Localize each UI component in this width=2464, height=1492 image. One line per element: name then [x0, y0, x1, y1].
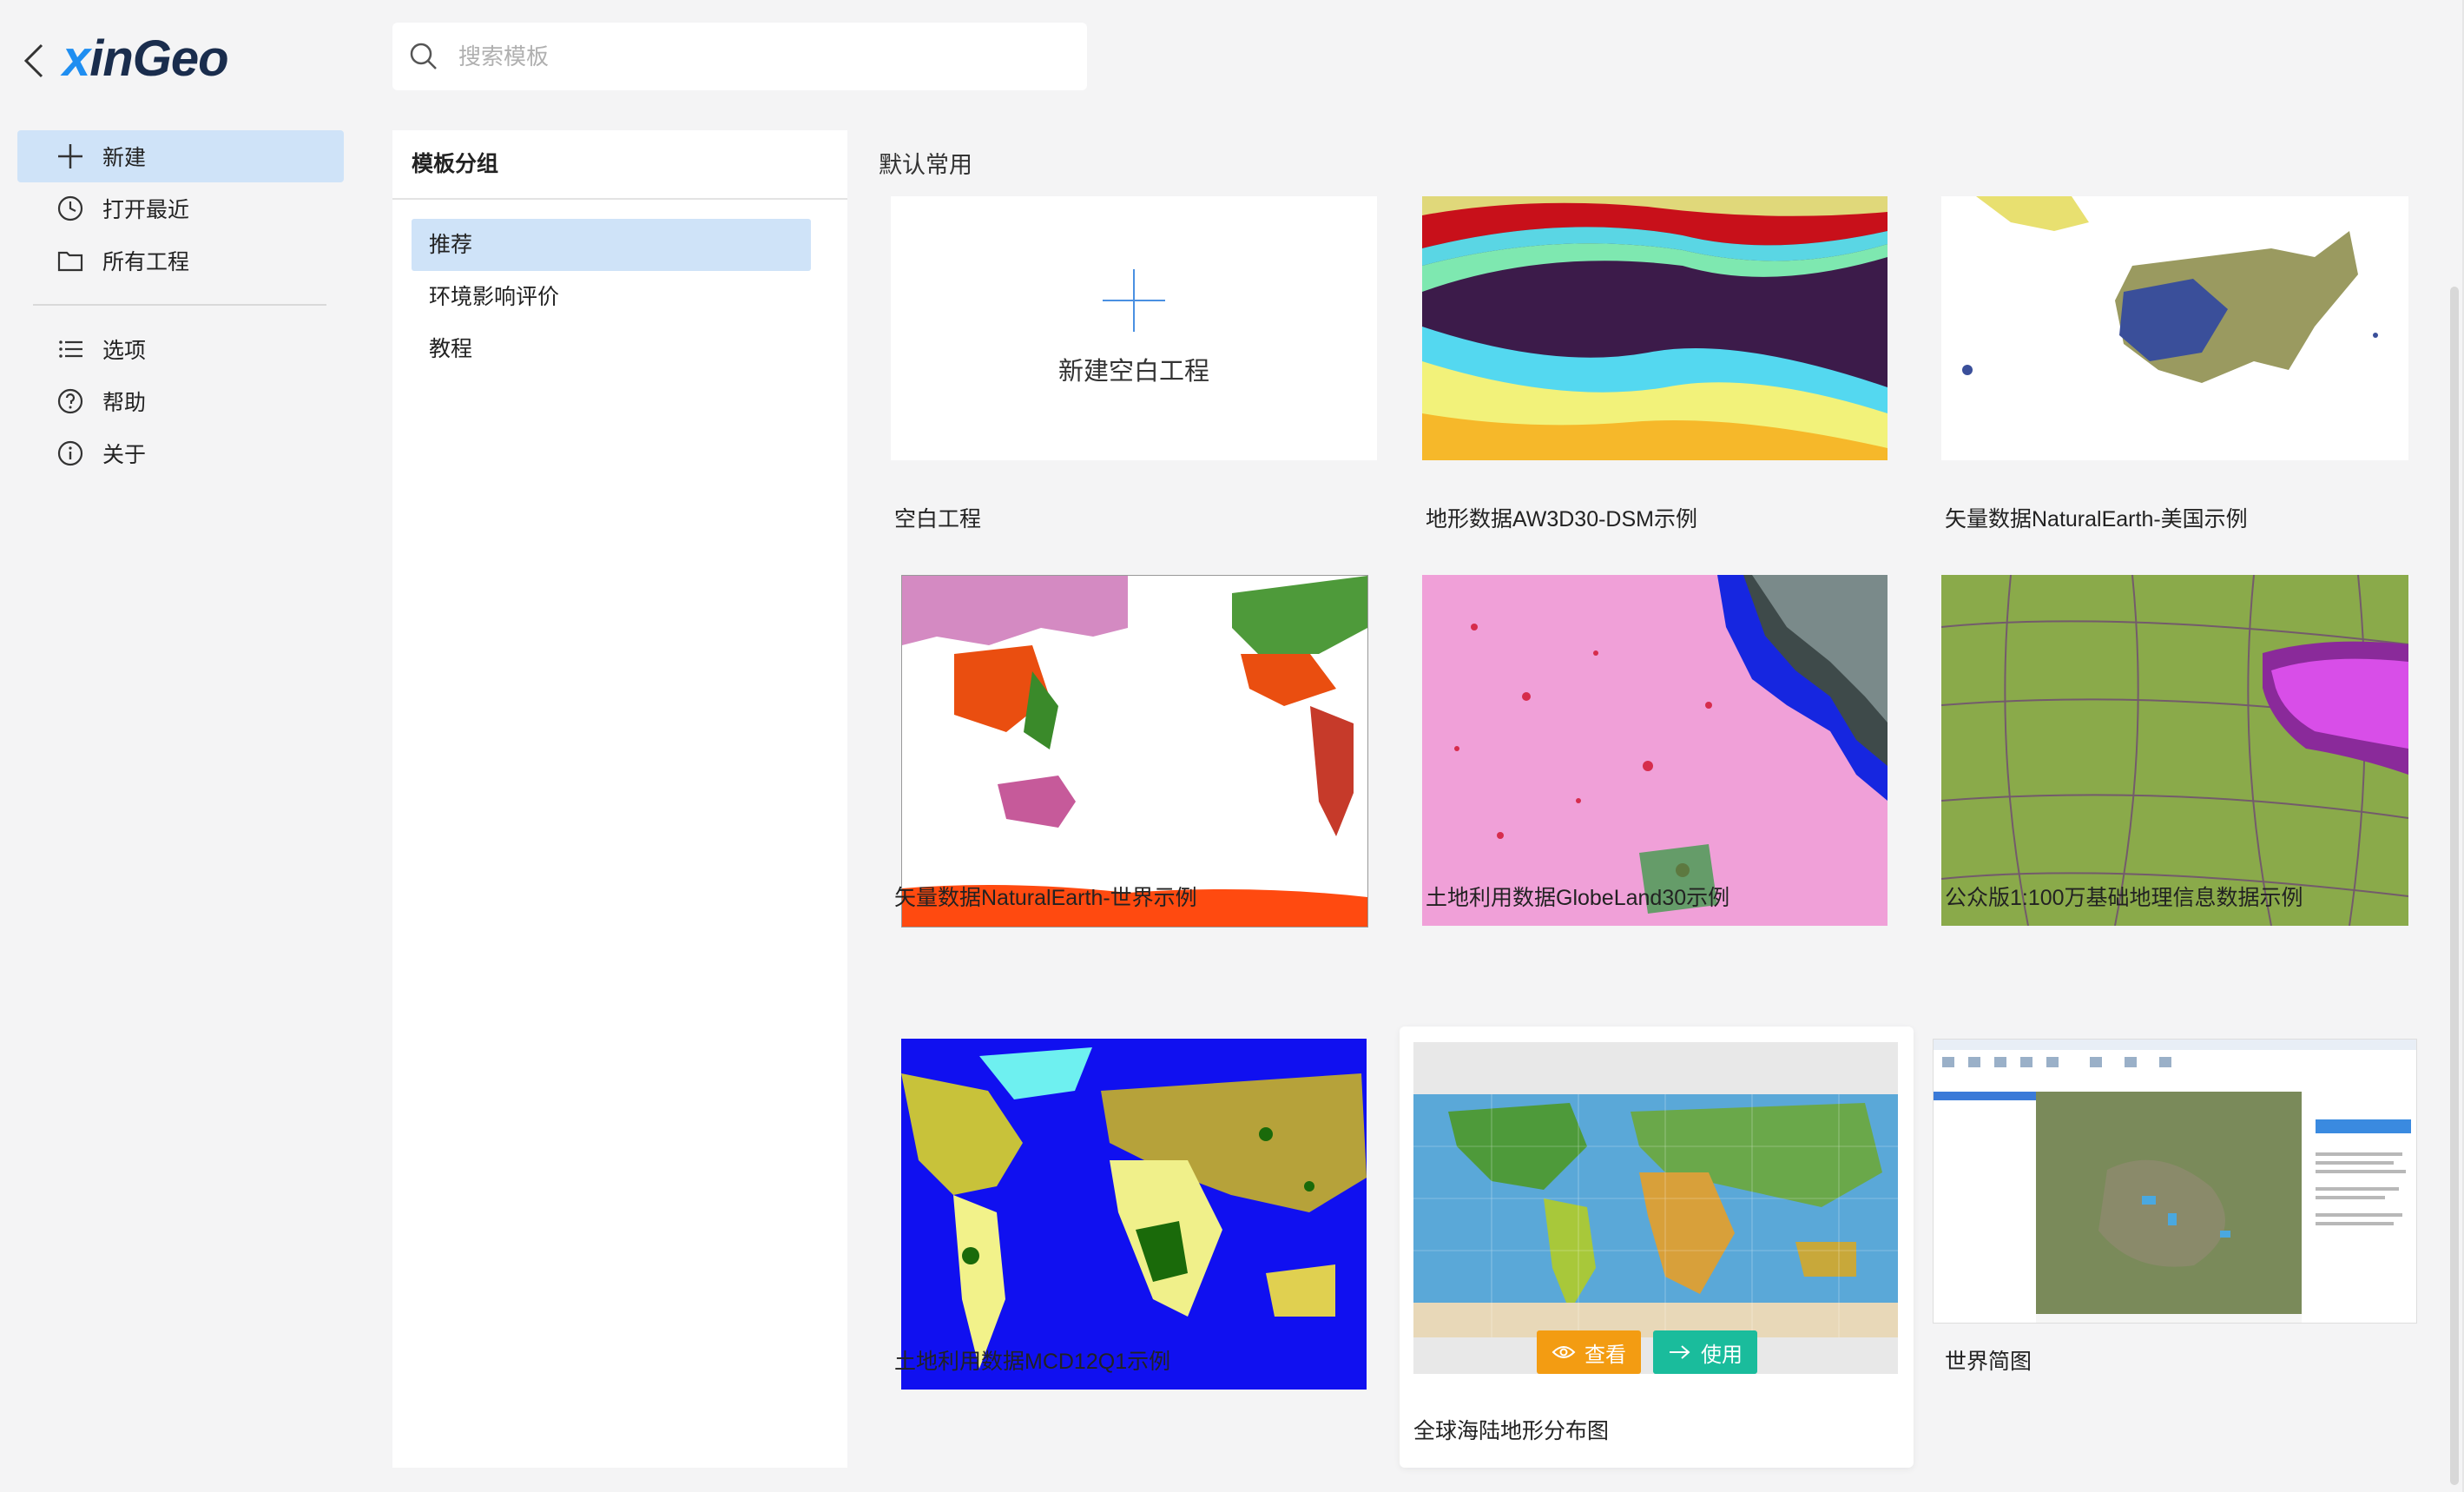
- arrow-right-icon: [1670, 1345, 1690, 1359]
- nav-item-label: 选项: [102, 339, 147, 363]
- template-card-aw3d30[interactable]: 地形数据AW3D30-DSM示例: [1412, 196, 1915, 639]
- template-label: 矢量数据NaturalEarth-美国示例: [1945, 507, 2248, 531]
- group-list: 推荐 环境影响评价 教程: [392, 200, 847, 375]
- chevron-left-icon: [23, 43, 43, 78]
- template-thumbnail: [901, 575, 1368, 928]
- nav-item-help[interactable]: 帮助: [17, 375, 344, 427]
- section-title: 默认常用: [879, 152, 972, 178]
- view-button[interactable]: 查看: [1537, 1330, 1641, 1374]
- template-card-global-terrain[interactable]: 查看 使用 全球海陆地形分布图: [1400, 1027, 1914, 1468]
- template-thumbnail: [1422, 196, 1888, 460]
- template-thumbnail: 新建空白工程: [891, 196, 1377, 460]
- nav-item-about[interactable]: 关于: [17, 427, 344, 479]
- nav-divider: [33, 304, 326, 306]
- nav-item-label: 帮助: [102, 391, 147, 415]
- view-button-label: 查看: [1584, 1343, 1626, 1367]
- template-thumbnail: [1941, 196, 2408, 460]
- nav-item-label: 打开最近: [102, 198, 190, 222]
- group-panel-title: 模板分组: [392, 130, 847, 200]
- template-thumbnail: [1933, 1039, 2417, 1324]
- use-button[interactable]: 使用: [1653, 1330, 1757, 1374]
- use-button-label: 使用: [1701, 1343, 1743, 1367]
- template-thumbnail: [901, 1039, 1367, 1390]
- template-thumbnail: [1413, 1042, 1898, 1374]
- template-thumbnail: [1422, 575, 1888, 926]
- back-button[interactable]: [17, 38, 52, 83]
- blank-card-text: 新建空白工程: [1057, 358, 1209, 386]
- group-item-tutorial[interactable]: 教程: [412, 323, 811, 375]
- template-card-world-simple[interactable]: 世界简图: [1931, 1039, 2434, 1482]
- info-icon: [56, 439, 85, 468]
- template-card-naturalearth-world[interactable]: 矢量数据NaturalEarth-世界示例: [880, 575, 1384, 1018]
- nav-item-new[interactable]: 新建: [17, 130, 344, 182]
- help-icon: [56, 386, 85, 416]
- nav-item-label: 所有工程: [102, 250, 190, 274]
- sidebar-nav: 新建 打开最近 所有工程 选项 帮助 关于: [17, 130, 344, 479]
- template-card-globeland30[interactable]: 土地利用数据GlobeLand30示例: [1412, 575, 1915, 1018]
- plus-icon: [1103, 269, 1165, 332]
- nav-item-label: 关于: [102, 443, 147, 467]
- list-icon: [56, 334, 85, 364]
- search-input[interactable]: [457, 42, 1051, 71]
- template-label: 公众版1:100万基础地理信息数据示例: [1945, 886, 2303, 910]
- nav-item-recent[interactable]: 打开最近: [17, 182, 344, 234]
- app-logo: xinGeo: [63, 30, 229, 87]
- nav-item-all-projects[interactable]: 所有工程: [17, 234, 344, 287]
- search-icon: [410, 43, 437, 69]
- group-item-eia[interactable]: 环境影响评价: [412, 271, 811, 323]
- template-label: 土地利用数据GlobeLand30示例: [1426, 886, 1730, 910]
- template-card-naturalearth-usa[interactable]: 矢量数据NaturalEarth-美国示例: [1931, 196, 2434, 639]
- clock-icon: [56, 194, 85, 223]
- template-card-100wan[interactable]: 公众版1:100万基础地理信息数据示例: [1931, 575, 2434, 1018]
- template-card-mcd12q1[interactable]: 土地利用数据MCD12Q1示例: [880, 1039, 1384, 1482]
- nav-item-label: 新建: [102, 146, 147, 170]
- template-label: 全球海陆地形分布图: [1413, 1419, 1610, 1443]
- search-bar[interactable]: [392, 23, 1087, 90]
- template-card-blank[interactable]: 新建空白工程 空白工程: [880, 196, 1384, 639]
- template-group-panel: 模板分组 推荐 环境影响评价 教程: [392, 130, 847, 1468]
- eye-icon: [1552, 1346, 1576, 1358]
- plus-icon: [56, 142, 85, 171]
- group-item-recommended[interactable]: 推荐: [412, 219, 811, 271]
- scrollbar[interactable]: [2450, 287, 2459, 1485]
- template-thumbnail: [1941, 575, 2408, 926]
- template-label: 地形数据AW3D30-DSM示例: [1426, 507, 1697, 531]
- template-label: 世界简图: [1945, 1350, 2032, 1374]
- nav-item-options[interactable]: 选项: [17, 323, 344, 375]
- template-label: 空白工程: [894, 507, 982, 531]
- template-label: 土地利用数据MCD12Q1示例: [894, 1350, 1171, 1374]
- folder-icon: [56, 246, 85, 275]
- template-label: 矢量数据NaturalEarth-世界示例: [894, 886, 1197, 910]
